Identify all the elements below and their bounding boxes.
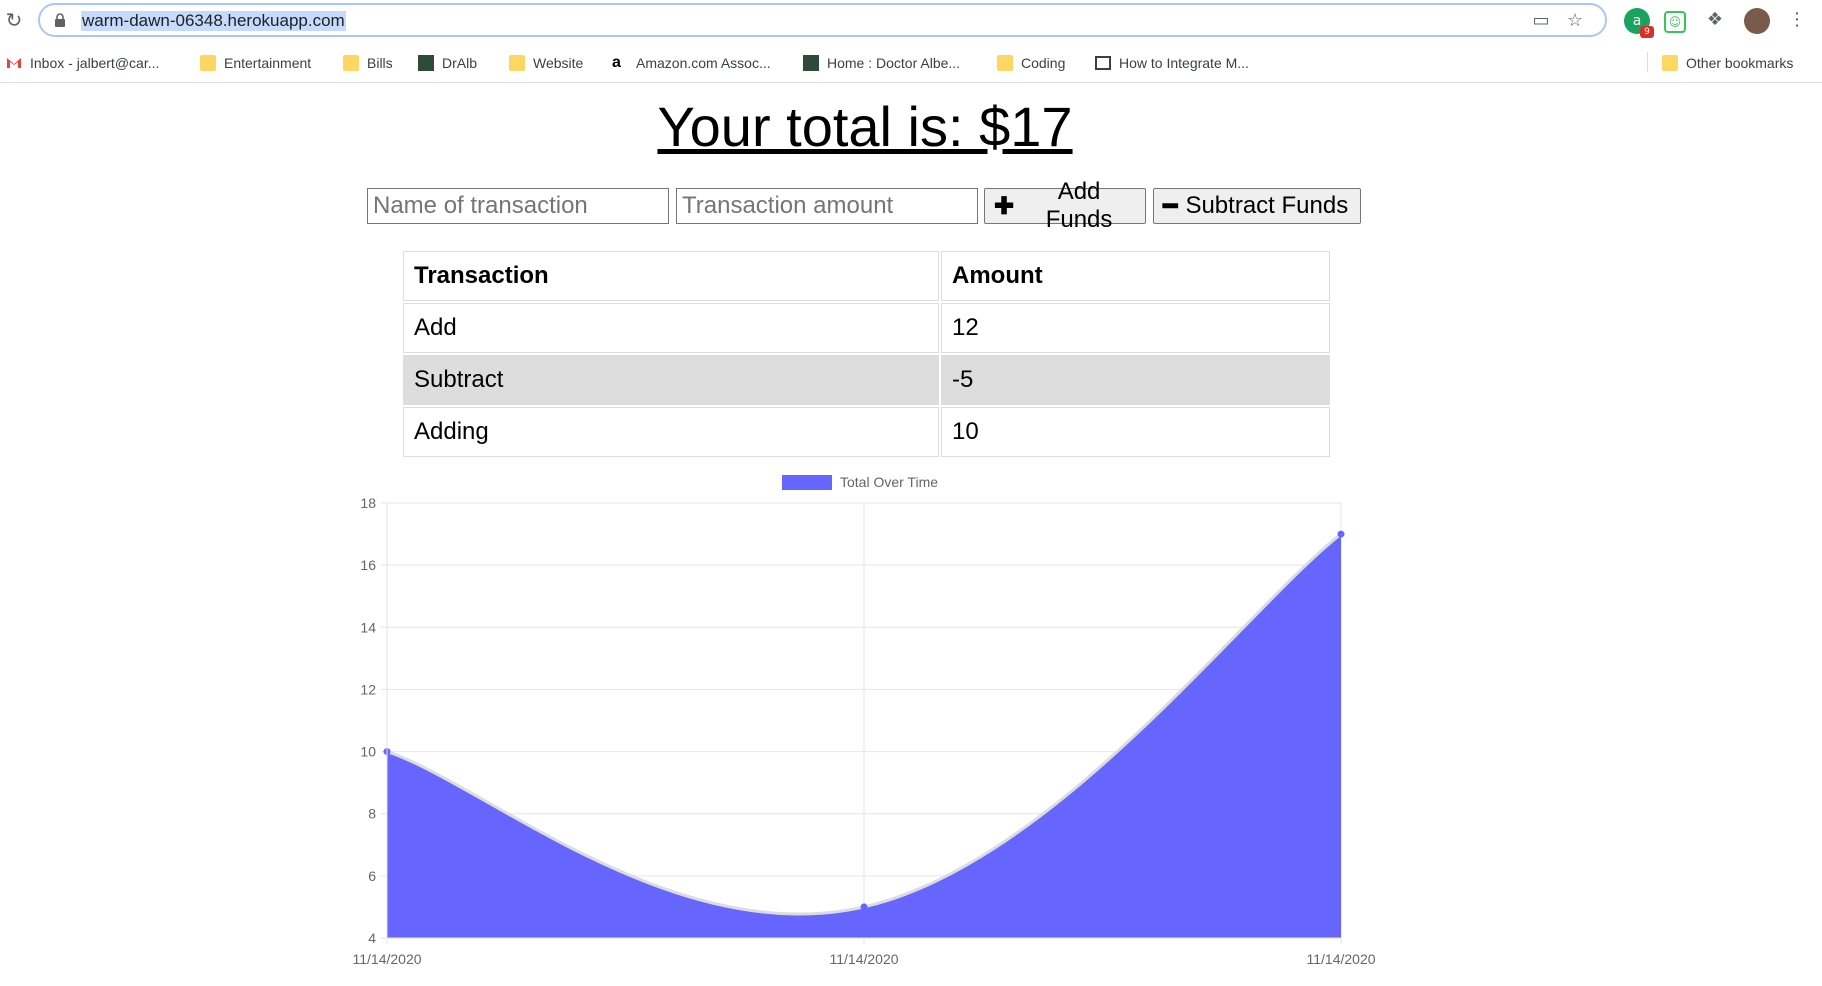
page-icon [1095,56,1111,70]
page-title: Your total is: $17 [657,95,1073,158]
data-point [860,903,868,911]
transaction-name-cell: Subtract [403,355,939,405]
bookmark-doctor-albert[interactable]: Home : Doctor Albe... [803,52,960,74]
table-row: Adding 10 [403,407,1330,457]
bookmark-dralb[interactable]: DrAlb [418,52,477,74]
y-tick-label: 10 [360,744,376,760]
bookmark-label: Amazon.com Assoc... [636,55,771,71]
bookmarks-separator [1647,52,1648,72]
bookmarks-bar: Inbox - jalbert@car... Entertainment Bil… [0,43,1822,83]
bookmark-label: Bills [367,55,393,71]
table-row: Add 12 [403,303,1330,353]
transactions-table: Transaction Amount Add 12 Subtract -5 Ad… [401,249,1332,459]
site-icon [803,55,819,71]
bookmark-gmail[interactable]: Inbox - jalbert@car... [6,52,159,74]
bookmark-other[interactable]: Other bookmarks [1662,52,1793,74]
folder-icon [509,55,525,71]
total-over-time-chart: 4 6 8 10 12 14 16 18 11/14/2020 11/14/2020 11/14/2… [352,474,1375,967]
bookmark-label: Coding [1021,55,1066,71]
plus-icon: ✚ [994,192,1015,220]
extension-app-icon[interactable]: ☺ [1664,11,1686,33]
transaction-amount-cell: -5 [941,355,1330,405]
profile-avatar[interactable] [1744,8,1770,34]
lock-icon[interactable] [54,13,66,27]
address-bar[interactable]: warm-dawn-06348.herokuapp.com ▭ ☆ [38,3,1607,37]
x-tick-label: 11/14/2020 [1306,951,1375,967]
minus-icon: ━ [1163,192,1178,220]
folder-icon [200,55,216,71]
subtract-funds-button[interactable]: ━ Subtract Funds [1153,188,1361,224]
transaction-name-cell: Adding [403,407,939,457]
url-text[interactable]: warm-dawn-06348.herokuapp.com [81,11,346,31]
legend-swatch [782,475,832,490]
y-tick-label: 14 [360,619,376,635]
data-point [1337,530,1345,538]
y-tick-label: 6 [368,868,376,884]
bookmark-label: Website [533,55,584,71]
y-tick-label: 4 [368,930,376,946]
x-tick-label: 11/14/2020 [352,951,421,967]
bookmark-label: Inbox - jalbert@car... [30,55,160,71]
star-icon[interactable]: ☆ [1564,11,1586,31]
bookmark-label: DrAlb [442,55,478,71]
folder-icon [1662,55,1678,71]
y-tick-label: 18 [360,495,376,511]
bookmark-entertainment[interactable]: Entertainment [200,52,311,74]
transaction-amount-cell: 10 [941,407,1330,457]
folder-icon [997,55,1013,71]
reload-icon[interactable]: ↻ [2,8,26,32]
bookmark-label: How to Integrate M... [1119,55,1249,71]
transaction-name-cell: Add [403,303,939,353]
subtract-funds-label: Subtract Funds [1185,192,1349,219]
y-tick-label: 8 [368,806,376,822]
cast-icon[interactable]: ▭ [1530,11,1552,31]
amazon-icon: a [612,54,621,71]
bookmark-coding[interactable]: Coding [997,52,1065,74]
header-transaction: Transaction [403,251,939,301]
add-funds-label: Add Funds [1045,178,1113,233]
site-icon [418,55,434,71]
extensions-puzzle-icon[interactable]: ❖ [1704,10,1726,30]
bookmark-how-to-integrate[interactable]: How to Integrate M... [1095,52,1249,74]
extension-grammarly-icon[interactable]: a 9 [1624,8,1654,38]
extension-badge: 9 [1640,26,1654,38]
bookmark-label: Other bookmarks [1686,55,1794,71]
transaction-name-input[interactable] [367,188,669,224]
bookmark-label: Home : Doctor Albe... [827,55,961,71]
table-header-row: Transaction Amount [403,251,1330,301]
transaction-amount-input[interactable] [676,188,978,224]
menu-kebab-icon[interactable]: ⋮ [1786,10,1808,30]
header-amount: Amount [941,251,1330,301]
folder-icon [343,55,359,71]
bookmark-label: Entertainment [224,55,312,71]
browser-toolbar: ↻ warm-dawn-06348.herokuapp.com ▭ ☆ a 9 … [0,0,1822,43]
bookmark-website[interactable]: Website [509,52,583,74]
x-tick-label: 11/14/2020 [829,951,898,967]
gmail-icon [7,58,21,68]
bookmark-amazon[interactable]: a Amazon.com Assoc... [612,52,771,74]
y-tick-label: 12 [360,681,376,697]
legend-label: Total Over Time [840,474,938,490]
bookmark-bills[interactable]: Bills [343,52,393,74]
table-row: Subtract -5 [403,355,1330,405]
transaction-amount-cell: 12 [941,303,1330,353]
y-tick-label: 16 [360,557,376,573]
add-funds-button[interactable]: ✚ Add Funds [984,178,1146,233]
